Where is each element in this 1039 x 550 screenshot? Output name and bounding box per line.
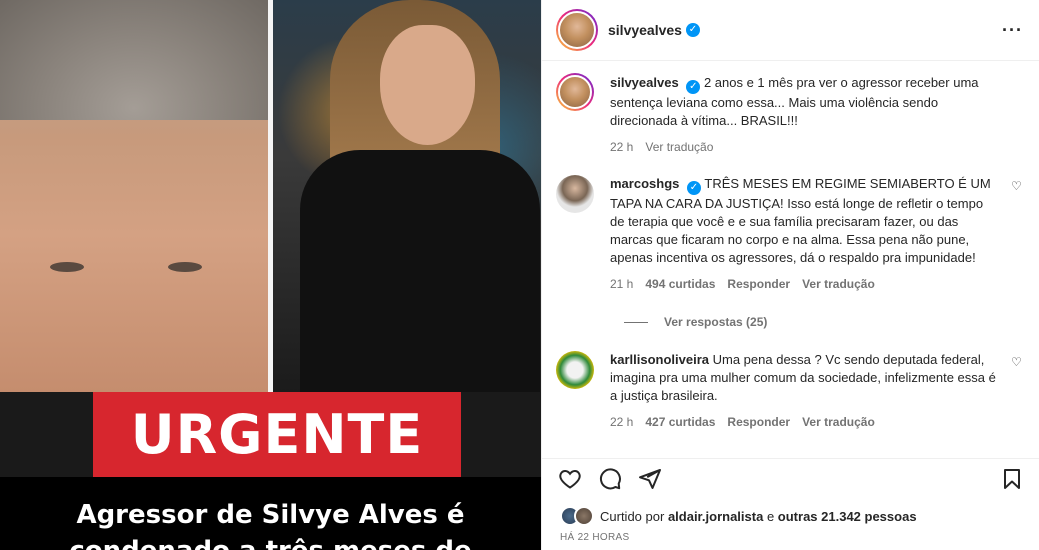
headline-line-1: Agressor de Silvye Alves é	[76, 500, 465, 530]
like-heart-icon[interactable]	[558, 467, 582, 491]
view-replies-label: Ver respostas (25)	[664, 315, 768, 329]
caption-time[interactable]: 22 h	[610, 138, 633, 156]
comment-body: karllisonoliveira Uma pena dessa ? Vc se…	[610, 351, 1023, 431]
view-replies-button[interactable]: Ver respostas (25)	[624, 315, 1023, 329]
author-avatar-image	[558, 11, 596, 49]
caption-username[interactable]: silvyealves	[610, 75, 679, 90]
post-header: silvyealves ✓ ···	[542, 0, 1039, 61]
photo-man-hair	[0, 0, 268, 120]
liker-avatar	[574, 506, 594, 526]
comment-bubble-icon[interactable]	[598, 467, 622, 491]
author-avatar[interactable]	[556, 9, 598, 51]
urgent-label: URGENTE	[130, 403, 424, 466]
urgent-banner: URGENTE	[93, 392, 461, 477]
comment-username[interactable]: karllisonoliveira	[610, 352, 709, 367]
comment-item: marcoshgs ✓ TRÊS MESES EM REGIME SEMIABE…	[556, 175, 1023, 293]
liked-by-joiner: e	[766, 508, 775, 524]
post-timestamp[interactable]: HÁ 22 HORAS	[560, 532, 629, 543]
comment-meta: 22 h 427 curtidas Responder Ver tradução	[610, 413, 999, 431]
post-side-panel: silvyealves ✓ ··· silvyealves ✓ 2 anos e…	[541, 0, 1039, 550]
comment-like-heart-icon[interactable]: ♡	[1011, 179, 1023, 193]
headline-line-2: condenado a três meses de	[0, 533, 541, 550]
comment-time[interactable]: 22 h	[610, 413, 633, 431]
photo-woman-body	[300, 150, 540, 392]
caption-translate-link[interactable]: Ver tradução	[645, 138, 713, 156]
comment-likes[interactable]: 427 curtidas	[645, 413, 715, 431]
caption-avatar[interactable]	[556, 73, 594, 111]
photo-man-eye-right	[168, 262, 202, 272]
comment-like-heart-icon[interactable]: ♡	[1011, 355, 1023, 369]
comment-likes[interactable]: 494 curtidas	[645, 275, 715, 293]
replies-line	[624, 321, 648, 323]
comment-avatar[interactable]	[556, 351, 594, 389]
comment-avatar[interactable]	[556, 175, 594, 213]
comment-time[interactable]: 21 h	[610, 275, 633, 293]
translate-link[interactable]: Ver tradução	[802, 275, 875, 293]
more-options-icon[interactable]: ···	[1002, 20, 1023, 41]
post-actions	[542, 458, 1039, 498]
verified-badge-icon: ✓	[685, 23, 700, 37]
comment-username[interactable]: marcoshgs	[610, 176, 679, 191]
translate-link[interactable]: Ver tradução	[802, 413, 875, 431]
liked-by-row: Curtido por aldair.jornalista e outras 2…	[560, 506, 917, 526]
author-username[interactable]: silvyealves	[608, 22, 682, 38]
post-image[interactable]: URGENTE Agressor de Silvye Alves é conde…	[0, 0, 541, 550]
comment-meta: 21 h 494 curtidas Responder Ver tradução	[610, 275, 999, 293]
caption-body: silvyealves ✓ 2 anos e 1 mês pra ver o a…	[610, 73, 1023, 156]
caption: silvyealves ✓ 2 anos e 1 mês pra ver o a…	[556, 73, 1023, 156]
verified-badge-icon: ✓	[687, 181, 701, 195]
caption-avatar-image	[558, 75, 592, 109]
liked-by-user[interactable]: aldair.jornalista	[668, 509, 763, 524]
reply-button[interactable]: Responder	[727, 413, 790, 431]
comment-body: marcoshgs ✓ TRÊS MESES EM REGIME SEMIABE…	[610, 175, 1023, 293]
instagram-post-view: URGENTE Agressor de Silvye Alves é conde…	[0, 0, 1039, 550]
comment-item: karllisonoliveira Uma pena dessa ? Vc se…	[556, 351, 1023, 431]
headline: Agressor de Silvye Alves é condenado a t…	[0, 497, 541, 550]
reply-button[interactable]: Responder	[727, 275, 790, 293]
photo-woman-face	[380, 25, 475, 145]
share-paper-plane-icon[interactable]	[638, 467, 662, 491]
verified-badge-icon: ✓	[686, 80, 701, 94]
liked-by-prefix: Curtido por	[600, 508, 665, 524]
caption-meta: 22 h Ver tradução	[610, 138, 999, 156]
comments-list: silvyealves ✓ 2 anos e 1 mês pra ver o a…	[542, 61, 1039, 431]
liked-by-others[interactable]: outras 21.342 pessoas	[778, 509, 917, 524]
save-bookmark-icon[interactable]	[1000, 467, 1024, 491]
liked-by-text: Curtido por aldair.jornalista e outras 2…	[600, 509, 917, 524]
photo-man-eye-left	[50, 262, 84, 272]
